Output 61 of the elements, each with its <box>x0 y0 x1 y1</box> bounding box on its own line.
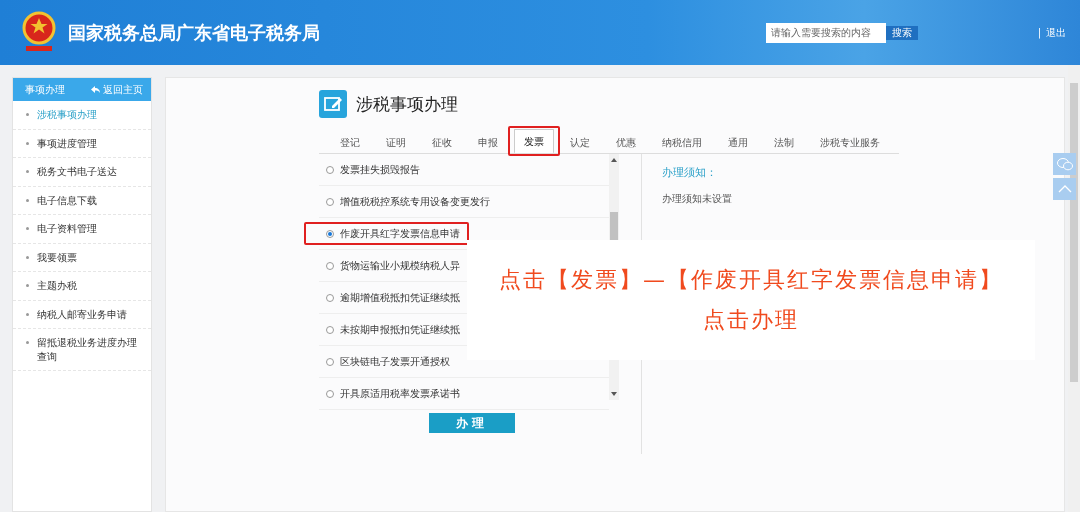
bullet-icon <box>26 170 29 173</box>
reply-arrow-icon <box>91 86 100 93</box>
category-tab[interactable]: 证明 <box>376 131 416 153</box>
category-tab[interactable]: 纳税信用 <box>652 131 712 153</box>
matter-option[interactable]: 增值税税控系统专用设备变更发行 <box>340 194 490 209</box>
sidebar-item[interactable]: 留抵退税业务进度办理查询 <box>13 329 151 371</box>
search-button[interactable]: 搜索 <box>885 25 918 40</box>
separator-text: | <box>1037 27 1041 38</box>
category-tab[interactable]: 通用 <box>718 131 758 153</box>
instruction-text: 点击办理 <box>703 306 799 334</box>
scroll-down-icon[interactable] <box>611 392 617 396</box>
bullet-icon <box>26 113 29 116</box>
chat-icon[interactable] <box>1053 153 1076 175</box>
bullet-icon <box>26 198 29 202</box>
sidebar-item[interactable]: 税务文书电子送达 <box>13 158 151 187</box>
category-tab[interactable]: 申报 <box>468 131 508 153</box>
radio-button[interactable] <box>326 389 334 398</box>
radio-button[interactable] <box>326 261 334 270</box>
sidebar-title: 事项办理 <box>25 82 65 97</box>
sidebar-item[interactable]: 我要领票 <box>13 243 151 272</box>
bullet-icon <box>26 312 29 316</box>
matter-option[interactable]: 逾期增值税抵扣凭证继续抵 <box>340 290 460 305</box>
matter-option[interactable]: 区块链电子发票开通授权 <box>340 354 450 369</box>
matter-option[interactable]: 作废开具红字发票信息申请 <box>340 226 460 241</box>
sidebar-item[interactable]: 主题办税 <box>13 272 151 301</box>
radio-button[interactable] <box>326 357 334 366</box>
category-tab[interactable]: 登记 <box>330 131 370 153</box>
sidebar-item[interactable]: 电子资料管理 <box>13 215 151 244</box>
site-title: 国家税务总局广东省电子税务局 <box>68 20 321 45</box>
sidebar-item[interactable]: 事项进度管理 <box>13 129 151 158</box>
matter-option[interactable]: 发票挂失损毁报告 <box>340 162 420 177</box>
back-to-top-icon[interactable] <box>1053 178 1076 200</box>
matter-option[interactable]: 未按期申报抵扣凭证继续抵 <box>340 322 460 337</box>
bullet-icon <box>26 341 29 344</box>
radio-button[interactable] <box>326 229 334 238</box>
notice-title: 办理须知： <box>662 166 718 180</box>
category-tab[interactable]: 法制 <box>764 131 804 153</box>
radio-button[interactable] <box>326 165 334 174</box>
radio-button[interactable] <box>326 197 334 206</box>
sidebar-item[interactable]: 纳税人邮寄业务申请 <box>13 300 151 329</box>
bullet-icon <box>26 227 29 230</box>
category-tab[interactable]: 涉税专业服务 <box>810 131 890 153</box>
category-tab[interactable]: 认定 <box>560 131 600 153</box>
bullet-icon <box>26 141 29 145</box>
category-tab[interactable]: 征收 <box>422 131 462 153</box>
radio-button[interactable] <box>326 325 334 334</box>
search-field[interactable]: 请输入需要搜索的内容 <box>765 22 886 43</box>
scroll-up-icon[interactable] <box>611 158 617 162</box>
matter-option[interactable]: 货物运输业小规模纳税人异 <box>340 258 460 273</box>
radio-button[interactable] <box>326 293 334 302</box>
category-tab[interactable]: 发票 <box>514 129 554 153</box>
logout-link[interactable]: 退出 <box>1046 25 1066 40</box>
page-title: 涉税事项办理 <box>356 92 458 116</box>
bullet-icon <box>26 255 29 259</box>
bullet-icon <box>26 284 29 287</box>
edit-icon <box>319 90 347 118</box>
sidebar-item[interactable]: 电子信息下载 <box>13 186 151 215</box>
matter-option[interactable]: 开具原适用税率发票承诺书 <box>340 386 460 401</box>
instruction-text: 点击【发票】—【作废开具红字发票信息申请】 <box>499 266 1003 294</box>
category-tab[interactable]: 优惠 <box>606 131 646 153</box>
notice-text: 办理须知未设置 <box>662 192 733 206</box>
